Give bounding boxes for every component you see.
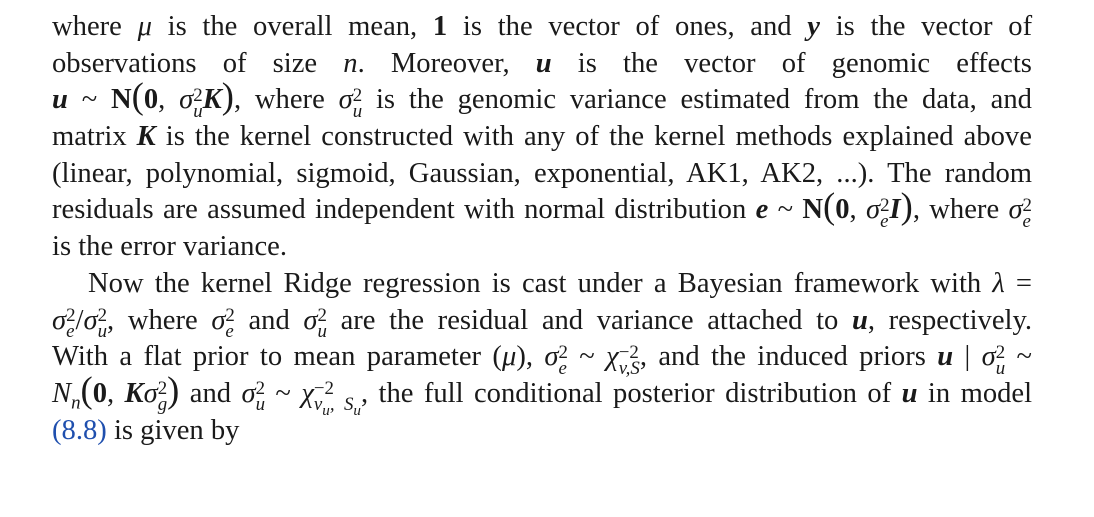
p2-line-5: (8.8) is given by: [52, 414, 240, 446]
p1-line-2: observations of size n. Moreover, u is t…: [52, 47, 1032, 79]
p1-line-3: u ~ N(0, σ 2 u K), where σ2u is the genomic…: [52, 75, 1032, 122]
p2-line-4: Nn(0, Kσ 2 g) and σ2u ~ χ −2 vu, Su, the ful…: [52, 368, 1033, 420]
document-page: where μ is the overall mean, 1 is the ve…: [52, 9, 1032, 449]
p2-line-2: σ 2 e/σ 2 u, where σ2e and σ2u are the resid…: [52, 304, 1033, 343]
p1-line-6: residuals are assumed independent with n…: [52, 185, 1032, 233]
p1-line-7: is the error variance.: [52, 231, 287, 263]
equation-reference-link[interactable]: (8.8): [52, 415, 107, 446]
p1-line-1: where μ is the overall mean, 1 is the ve…: [52, 11, 1033, 42]
p2-line-3: With a flat prior to mean parameter (μ),…: [52, 341, 1032, 379]
p1-line-5: (linear, polynomial, sigmoid, Gaussian, …: [52, 157, 1033, 189]
p1-line-4: matrix K is the kernel constructed with …: [52, 121, 1032, 153]
p2-line-1: Now the kernel Ridge regression is cast …: [88, 267, 1033, 299]
